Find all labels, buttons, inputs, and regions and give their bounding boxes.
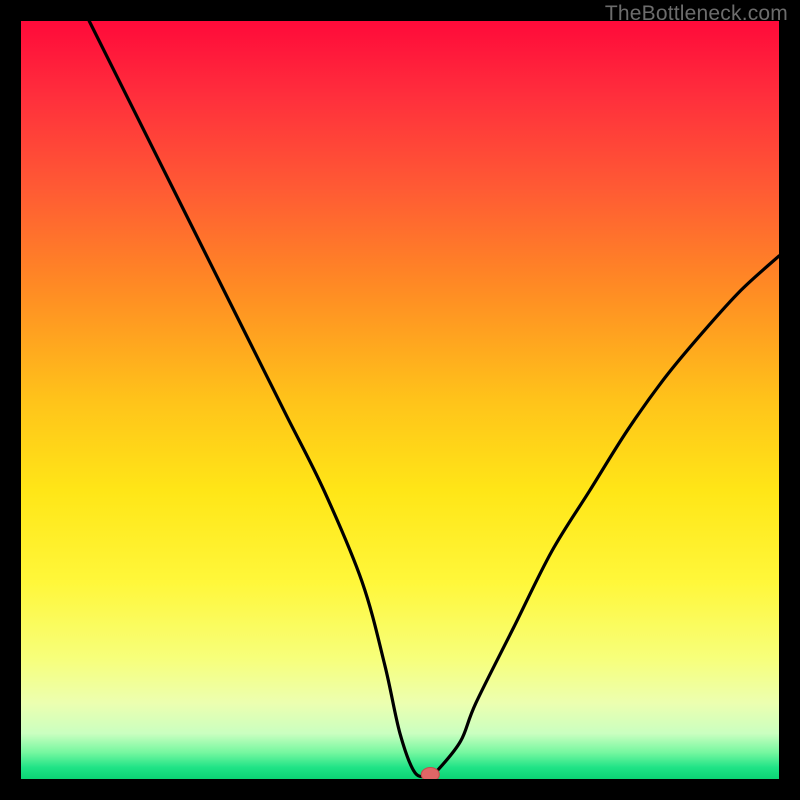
chart-frame: TheBottleneck.com [0,0,800,800]
watermark-text: TheBottleneck.com [605,2,788,26]
gradient-background [21,21,779,779]
bottleneck-chart-svg [21,21,779,779]
optimal-point-marker [421,767,439,779]
plot-area [21,21,779,779]
